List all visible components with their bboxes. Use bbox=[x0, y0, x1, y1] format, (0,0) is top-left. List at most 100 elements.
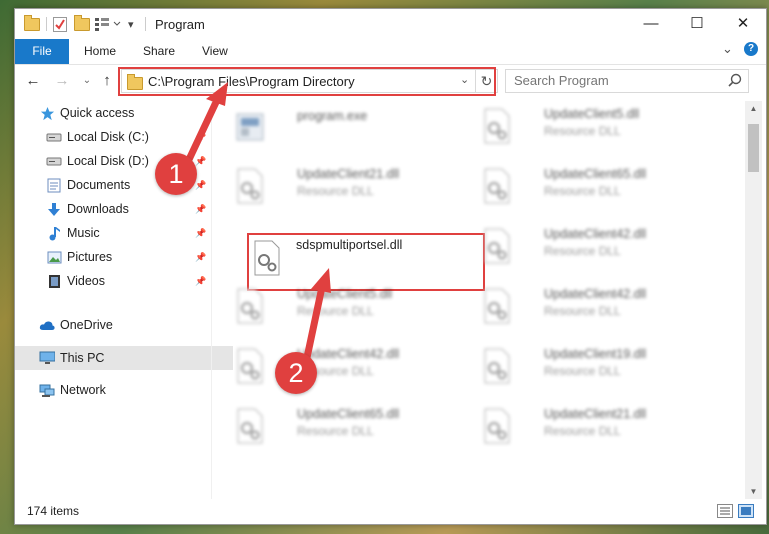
star-icon bbox=[39, 105, 55, 121]
pin-icon: 📌 bbox=[195, 155, 207, 166]
sidebar-item-local-disk-d[interactable]: Local Disk (D:) 📌 bbox=[15, 149, 240, 173]
search-icon[interactable] bbox=[728, 73, 742, 87]
step-1-badge: 1 bbox=[155, 153, 197, 195]
file-type: Resource DLL bbox=[544, 244, 621, 258]
file-item[interactable]: UpdateClient42.dll Resource DLL bbox=[225, 341, 455, 391]
pin-icon: 📌 bbox=[195, 131, 207, 142]
sidebar-item-label: This PC bbox=[60, 351, 105, 365]
recent-locations-button[interactable]: ⌄ bbox=[77, 71, 97, 91]
dll-file-icon bbox=[237, 348, 263, 384]
quick-access-dropdown-icon[interactable]: ▾ bbox=[128, 16, 134, 32]
sidebar-item-label: Videos bbox=[67, 274, 105, 288]
sidebar-item-label: Local Disk (D:) bbox=[67, 154, 149, 168]
pin-icon: 📌 bbox=[195, 179, 207, 190]
forward-button[interactable]: → bbox=[52, 71, 72, 91]
sidebar-item-onedrive[interactable]: OneDrive bbox=[15, 313, 233, 337]
pictures-icon bbox=[46, 249, 62, 265]
documents-icon bbox=[46, 177, 62, 193]
scroll-down-icon[interactable]: ▼ bbox=[745, 484, 762, 499]
dll-file-icon bbox=[484, 228, 510, 264]
file-item[interactable]: UpdateClient5.dll Resource DLL bbox=[225, 281, 455, 331]
item-count: 174 items bbox=[27, 504, 80, 518]
up-button[interactable]: ↑ bbox=[97, 71, 117, 91]
file-item[interactable]: UpdateClient21.dll Resource DLL bbox=[225, 161, 455, 211]
back-button[interactable]: ← bbox=[23, 71, 43, 91]
scrollbar-thumb[interactable] bbox=[748, 124, 759, 172]
sidebar-item-label: OneDrive bbox=[60, 318, 113, 332]
dll-file-icon bbox=[484, 168, 510, 204]
divider bbox=[145, 17, 146, 31]
file-item[interactable]: UpdateClient19.dll Resource DLL bbox=[472, 341, 702, 391]
large-icons-view-icon[interactable] bbox=[738, 504, 754, 518]
file-type: Resource DLL bbox=[544, 304, 621, 318]
sidebar-item-label: Network bbox=[60, 383, 106, 397]
file-type: Resource DLL bbox=[297, 304, 374, 318]
file-name: sdspmultiportsel.dll bbox=[296, 238, 403, 252]
customize-quick-access-icon[interactable] bbox=[95, 16, 121, 32]
file-item[interactable]: UpdateClient42.dll Resource DLL bbox=[472, 281, 702, 331]
ribbon-expand-icon[interactable]: ⌄ bbox=[722, 41, 733, 57]
sidebar-item-pictures[interactable]: Pictures 📌 bbox=[15, 245, 240, 269]
file-name: UpdateClient19.dll bbox=[544, 347, 647, 361]
dll-file-icon bbox=[237, 288, 263, 324]
file-type: Resource DLL bbox=[297, 424, 374, 438]
drive-icon bbox=[46, 129, 62, 145]
tab-share[interactable]: Share bbox=[143, 39, 175, 64]
ribbon: File Home Share View ⌄ ? bbox=[15, 39, 766, 65]
tab-home[interactable]: Home bbox=[84, 39, 116, 64]
file-type: Resource DLL bbox=[544, 184, 621, 198]
status-bar: 174 items bbox=[15, 499, 766, 524]
sidebar-item-label: Music bbox=[67, 226, 100, 240]
file-type: Resource DLL bbox=[544, 364, 621, 378]
file-item[interactable]: UpdateClient42.dll Resource DLL bbox=[472, 221, 702, 271]
sidebar-item-downloads[interactable]: Downloads 📌 bbox=[15, 197, 240, 221]
maximize-button[interactable]: ☐ bbox=[674, 9, 720, 39]
tab-view[interactable]: View bbox=[202, 39, 228, 64]
tab-file[interactable]: File bbox=[15, 39, 69, 64]
file-type: Resource DLL bbox=[297, 184, 374, 198]
file-name: UpdateClient42.dll bbox=[544, 227, 647, 241]
file-type: Resource DLL bbox=[544, 124, 621, 138]
details-view-icon[interactable] bbox=[717, 504, 733, 518]
help-icon[interactable]: ? bbox=[744, 42, 758, 56]
new-folder-icon[interactable] bbox=[74, 14, 90, 32]
pin-icon: 📌 bbox=[195, 227, 207, 238]
window-title: Program bbox=[155, 17, 205, 32]
sidebar-item-quick-access[interactable]: Quick access bbox=[15, 101, 233, 125]
file-type: Resource DLL bbox=[544, 424, 621, 438]
pin-icon: 📌 bbox=[195, 203, 207, 214]
close-button[interactable]: ✕ bbox=[720, 9, 766, 39]
properties-icon[interactable] bbox=[53, 16, 67, 32]
file-item[interactable]: UpdateClient21.dll Resource DLL bbox=[472, 401, 702, 451]
music-icon bbox=[46, 225, 62, 241]
dll-file-icon bbox=[484, 108, 510, 144]
minimize-button[interactable]: — bbox=[628, 9, 674, 39]
file-item[interactable]: UpdateClient65.dll Resource DLL bbox=[472, 161, 702, 211]
dll-file-icon bbox=[254, 240, 280, 276]
divider bbox=[46, 17, 47, 31]
file-name: UpdateClient5.dll bbox=[544, 107, 640, 121]
file-item[interactable]: UpdateClient65.dll Resource DLL bbox=[225, 401, 455, 451]
network-icon bbox=[39, 382, 55, 398]
dll-file-icon bbox=[484, 288, 510, 324]
pane-divider bbox=[211, 101, 212, 499]
sidebar-item-network[interactable]: Network bbox=[15, 378, 233, 402]
search-box[interactable] bbox=[505, 69, 749, 93]
file-item[interactable]: UpdateClient5.dll Resource DLL bbox=[472, 101, 702, 151]
scroll-up-icon[interactable]: ▲ bbox=[745, 101, 762, 116]
sidebar-item-music[interactable]: Music 📌 bbox=[15, 221, 240, 245]
sidebar-item-label: Documents bbox=[67, 178, 131, 192]
folder-icon bbox=[24, 14, 40, 32]
sidebar-item-this-pc[interactable]: This PC bbox=[15, 346, 233, 370]
file-item[interactable]: program.exe bbox=[225, 101, 455, 151]
sidebar-item-videos[interactable]: Videos 📌 bbox=[15, 269, 240, 293]
download-icon bbox=[46, 201, 62, 217]
videos-icon bbox=[46, 273, 62, 289]
search-input[interactable] bbox=[506, 70, 724, 90]
vertical-scrollbar[interactable]: ▲ ▼ bbox=[745, 101, 762, 499]
file-name: UpdateClient21.dll bbox=[297, 167, 400, 181]
sidebar-item-documents[interactable]: Documents 📌 bbox=[15, 173, 240, 197]
sidebar-item-local-disk-c[interactable]: Local Disk (C:) 📌 bbox=[15, 125, 240, 149]
exe-file-icon bbox=[236, 113, 264, 141]
address-bar-highlight bbox=[118, 67, 496, 96]
